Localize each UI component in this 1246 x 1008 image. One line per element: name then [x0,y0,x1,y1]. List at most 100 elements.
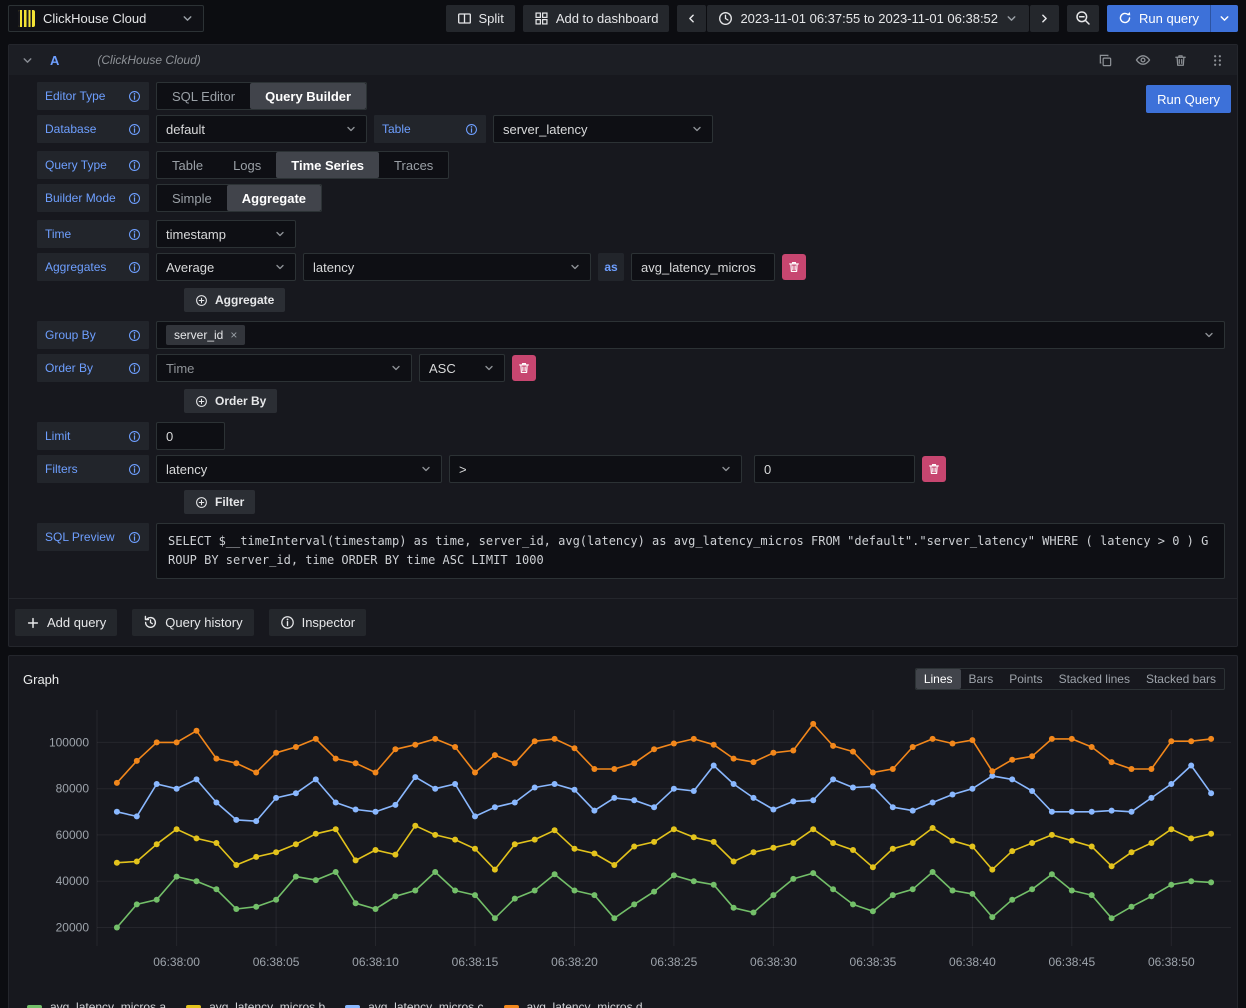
add-filter-button[interactable]: Filter [184,490,255,514]
order-by-field-select[interactable]: Time [156,354,412,382]
filter-operator-value: > [459,462,467,477]
remove-query-button[interactable] [1173,53,1188,68]
collapse-chevron-icon[interactable] [21,54,34,67]
info-icon[interactable] [128,362,141,375]
chevron-down-icon [569,261,581,273]
svg-text:06:38:05: 06:38:05 [253,955,300,969]
plus-icon [26,616,40,630]
add-order-by-button[interactable]: Order By [184,389,277,413]
drag-handle[interactable] [1210,53,1225,68]
time-label: Time [45,227,71,241]
builder-mode-option-simple[interactable]: Simple [157,185,227,211]
time-range-button[interactable]: 2023-11-01 06:37:55 to 2023-11-01 06:38:… [707,5,1029,32]
trash-icon [517,361,531,375]
add-to-dashboard-button[interactable]: Add to dashboard [523,5,670,32]
add-aggregate-button[interactable]: Aggregate [184,288,285,312]
legend-item-c[interactable]: avg_latency_micros c [345,1000,483,1008]
info-icon[interactable] [128,430,141,443]
order-by-direction-select[interactable]: ASC [419,354,505,382]
clock-icon [718,11,733,26]
time-label-cell: Time [37,220,149,248]
hide-query-button[interactable] [1135,52,1151,68]
query-type-option-time-series[interactable]: Time Series [276,152,379,178]
inspector-button[interactable]: Inspector [269,609,366,636]
graph-mode-stacked-lines[interactable]: Stacked lines [1051,669,1138,689]
trash-icon [787,260,801,274]
query-type-option-traces[interactable]: Traces [379,152,448,178]
remove-tag-icon[interactable]: × [230,328,237,342]
filter-value-input[interactable] [754,455,915,483]
time-forward-button[interactable] [1030,5,1059,32]
graph-mode-stacked-bars[interactable]: Stacked bars [1138,669,1224,689]
aggregate-function-select[interactable]: Average [156,253,296,281]
legend-item-d[interactable]: avg_latency_micros d [504,1000,643,1008]
editor-run-query-button[interactable]: Run Query [1146,85,1231,113]
remove-aggregate-button[interactable] [782,254,806,280]
svg-text:06:38:45: 06:38:45 [1048,955,1095,969]
order-by-field-value: Time [166,361,194,376]
order-by-row: Order By Time ASC [37,354,1231,382]
info-icon[interactable] [128,192,141,205]
aggregate-column-select[interactable]: latency [303,253,591,281]
editor-type-option-query-builder[interactable]: Query Builder [250,83,366,109]
legend-item-b[interactable]: avg_latency_micros b [186,1000,325,1008]
group-by-tag-label: server_id [174,328,223,342]
info-icon[interactable] [128,329,141,342]
legend-item-a[interactable]: avg_latency_micros a [27,1000,166,1008]
query-type-option-table[interactable]: Table [157,152,218,178]
run-query-label: Run query [1139,11,1199,26]
builder-mode-option-aggregate[interactable]: Aggregate [227,185,321,211]
svg-text:06:38:35: 06:38:35 [850,955,897,969]
database-select[interactable]: default [156,115,367,143]
info-icon[interactable] [128,463,141,476]
query-type-label: Query Type [45,158,107,172]
query-history-button[interactable]: Query history [132,609,253,636]
chevron-left-icon [685,12,698,25]
filter-operator-select[interactable]: > [449,455,742,483]
info-icon[interactable] [128,531,141,544]
info-icon[interactable] [128,261,141,274]
add-query-button[interactable]: Add query [15,609,117,636]
split-button[interactable]: Split [446,5,515,32]
filter-field-select[interactable]: latency [156,455,442,483]
graph-mode-tabs: Lines Bars Points Stacked lines Stacked … [915,668,1225,690]
info-icon[interactable] [465,123,478,136]
builder-mode-label-cell: Builder Mode [37,184,149,212]
chevron-down-icon [181,12,194,25]
graph-mode-points[interactable]: Points [1001,669,1050,689]
svg-text:40000: 40000 [56,874,90,888]
duplicate-query-button[interactable] [1098,53,1113,68]
graph-panel: Graph Lines Bars Points Stacked lines St… [8,655,1238,1008]
zoom-out-time-button[interactable] [1067,5,1099,32]
query-type-label-cell: Query Type [37,151,149,179]
query-row-header[interactable]: A (ClickHouse Cloud) [9,45,1237,75]
query-type-option-logs[interactable]: Logs [218,152,276,178]
info-icon[interactable] [128,90,141,103]
zoom-out-icon [1075,10,1091,26]
chevron-right-icon [1038,12,1051,25]
graph-mode-bars[interactable]: Bars [961,669,1002,689]
datasource-picker[interactable]: ClickHouse Cloud [8,5,204,32]
group-by-select[interactable]: server_id × [156,321,1225,349]
aggregate-alias-input[interactable] [631,253,775,281]
remove-order-by-button[interactable] [512,355,536,381]
info-icon[interactable] [128,159,141,172]
apps-icon [534,11,549,26]
editor-type-label: Editor Type [45,89,105,103]
builder-mode-row: Builder Mode Simple Aggregate [37,184,1231,212]
table-select[interactable]: server_latency [493,115,713,143]
group-by-row: Group By server_id × [37,321,1231,349]
editor-type-option-sql-editor[interactable]: SQL Editor [157,83,250,109]
run-query-button[interactable]: Run query [1107,5,1210,32]
chevron-down-icon [720,463,732,475]
time-back-button[interactable] [677,5,706,32]
run-query-caret-button[interactable] [1210,5,1238,32]
remove-filter-button[interactable] [922,456,946,482]
info-icon[interactable] [128,123,141,136]
limit-input[interactable] [156,422,225,450]
latency-chart: 2000040000600008000010000006:38:0006:38:… [19,700,1245,996]
chevron-down-icon [1218,12,1231,25]
graph-mode-lines[interactable]: Lines [916,669,961,689]
info-icon[interactable] [128,228,141,241]
time-column-select[interactable]: timestamp [156,220,296,248]
